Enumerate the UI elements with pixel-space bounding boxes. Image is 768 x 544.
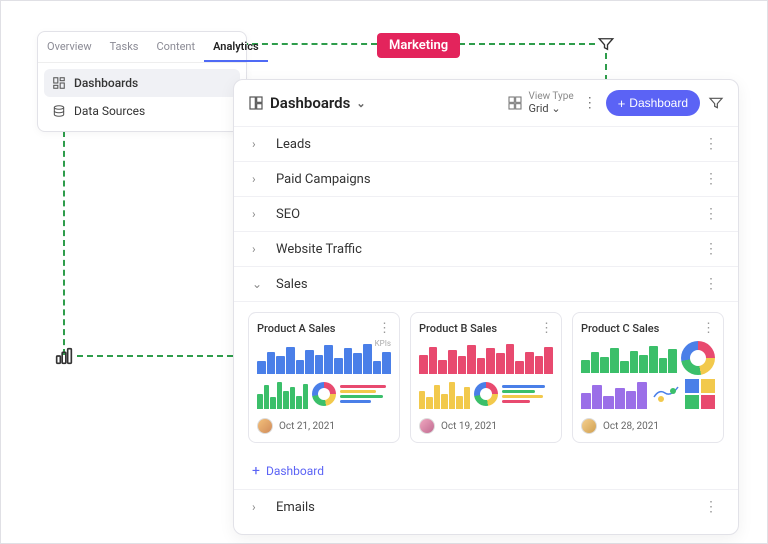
donut-chart-icon	[474, 382, 498, 406]
filter-icon[interactable]	[708, 95, 724, 111]
connector-line	[63, 131, 65, 355]
avatar	[581, 418, 597, 434]
grid-chart-icon	[685, 379, 715, 409]
sidebar-item-datasources[interactable]: Data Sources	[44, 97, 240, 125]
card-product-b[interactable]: Product B Sales⋮ Oct 19, 2021	[410, 312, 562, 443]
row-menu[interactable]: ⋮	[704, 276, 718, 292]
chevron-right-icon: ›	[252, 137, 268, 151]
tab-content[interactable]: Content	[147, 32, 204, 62]
tag-marketing: Marketing	[377, 33, 460, 58]
chevron-right-icon: ›	[252, 207, 268, 221]
tab-overview[interactable]: Overview	[38, 32, 101, 62]
grid-icon	[507, 95, 523, 111]
chart-preview	[257, 342, 391, 412]
row-menu[interactable]: ⋮	[704, 171, 718, 187]
row-leads[interactable]: ›Leads⋮	[234, 126, 738, 161]
sidebar-item-label: Dashboards	[74, 76, 138, 90]
row-menu[interactable]: ⋮	[704, 241, 718, 257]
connector-line	[449, 43, 595, 45]
sidebar-item-label: Data Sources	[74, 104, 145, 118]
chevron-down-icon: ⌄	[252, 277, 268, 291]
chart-preview	[419, 342, 553, 412]
chevron-down-icon: ⌄	[356, 97, 365, 110]
tab-tasks[interactable]: Tasks	[101, 32, 148, 62]
row-seo[interactable]: ›SEO⋮	[234, 196, 738, 231]
chevron-right-icon: ›	[252, 172, 268, 186]
row-paid-campaigns[interactable]: ›Paid Campaigns⋮	[234, 161, 738, 196]
tab-analytics[interactable]: Analytics	[204, 32, 268, 62]
panel-header: Dashboards ⌄ View Type Grid ⌄ ⋮ + Dashbo…	[234, 80, 738, 126]
dashboard-icon	[52, 76, 66, 90]
view-type-selector[interactable]: View Type Grid ⌄	[507, 91, 574, 115]
bar-chart-icon	[53, 345, 75, 367]
plus-icon: +	[618, 97, 626, 110]
tab-row: Overview Tasks Content Analytics	[38, 32, 246, 63]
card-product-c[interactable]: Product C Sales⋮ Oct 28, 2021	[572, 312, 724, 443]
database-icon	[52, 104, 66, 118]
donut-chart-icon	[681, 341, 715, 375]
add-dashboard-link[interactable]: + Dashboard	[234, 453, 738, 489]
panel-menu[interactable]: ⋮	[582, 95, 598, 111]
panel-title[interactable]: Dashboards ⌄	[248, 94, 499, 112]
sidebar-item-dashboards[interactable]: Dashboards	[44, 69, 240, 97]
donut-chart-icon	[312, 382, 336, 406]
connector-line	[605, 53, 607, 81]
card-menu[interactable]: ⋮	[702, 321, 715, 336]
card-menu[interactable]: ⋮	[540, 321, 553, 336]
cards-row: Product A Sales⋮ KPIs Oct 21, 2021 Produ…	[234, 301, 738, 453]
avatar	[257, 418, 273, 434]
rows-container: ›Leads⋮ ›Paid Campaigns⋮ ›SEO⋮ ›Website …	[234, 126, 738, 534]
connector-line	[77, 355, 233, 357]
chart-preview	[581, 342, 715, 412]
chevron-down-icon: ⌄	[551, 102, 560, 115]
tabs-panel: Overview Tasks Content Analytics Dashboa…	[37, 31, 247, 132]
dashboards-panel: Dashboards ⌄ View Type Grid ⌄ ⋮ + Dashbo…	[233, 79, 739, 535]
row-emails[interactable]: ›Emails⋮	[234, 489, 738, 524]
row-menu[interactable]: ⋮	[704, 136, 718, 152]
card-menu[interactable]: ⋮	[378, 321, 391, 336]
funnel-icon	[597, 35, 615, 53]
row-website-traffic[interactable]: ›Website Traffic⋮	[234, 231, 738, 266]
dashboard-icon	[248, 95, 264, 111]
row-menu[interactable]: ⋮	[704, 206, 718, 222]
tab-sub-list: Dashboards Data Sources	[38, 63, 246, 131]
add-dashboard-button[interactable]: + Dashboard	[606, 90, 700, 116]
card-product-a[interactable]: Product A Sales⋮ KPIs Oct 21, 2021	[248, 312, 400, 443]
row-sales[interactable]: ⌄Sales⋮	[234, 266, 738, 301]
plus-icon: +	[252, 463, 260, 479]
chevron-right-icon: ›	[252, 500, 268, 514]
kpi-label: KPIs	[375, 339, 391, 348]
row-menu[interactable]: ⋮	[704, 499, 718, 515]
map-icon	[651, 379, 681, 409]
chevron-right-icon: ›	[252, 242, 268, 256]
avatar	[419, 418, 435, 434]
